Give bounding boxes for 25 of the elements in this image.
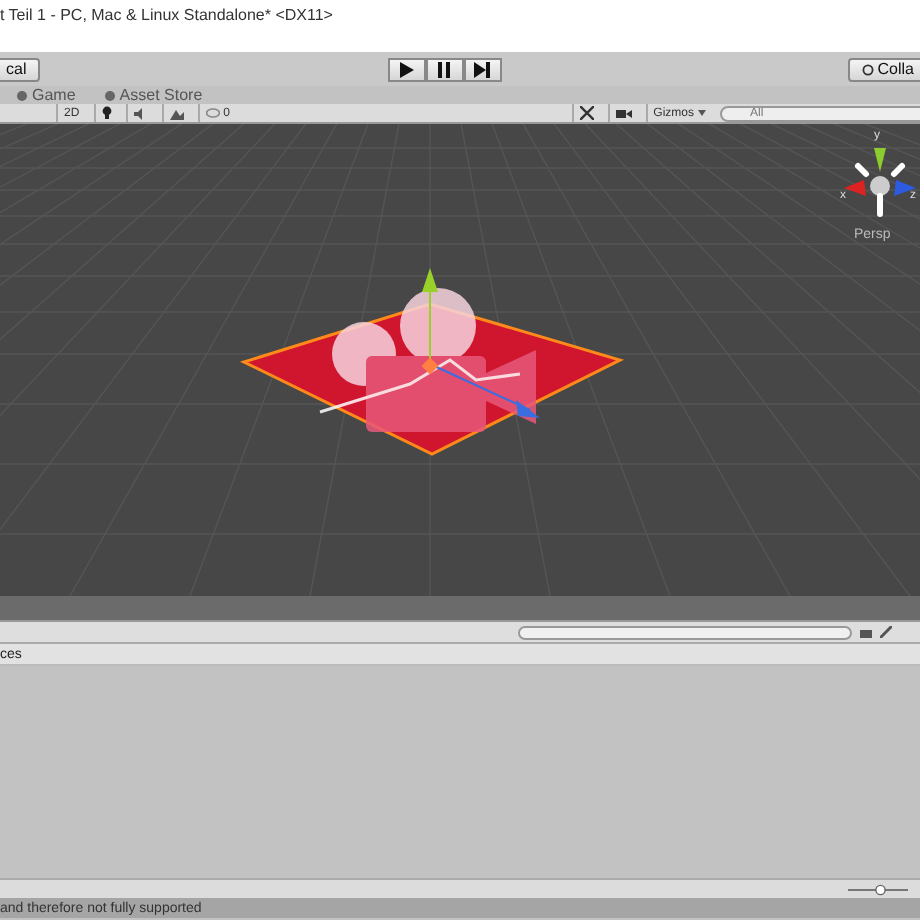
- slider-thumb[interactable]: [875, 883, 886, 895]
- window-title: t Teil 1 - PC, Mac & Linux Standalone* <DX11>: [0, 6, 333, 24]
- brush-icon: [880, 626, 892, 638]
- camera-gizmo-icon: [319, 288, 536, 432]
- tools-button[interactable]: [571, 104, 600, 122]
- step-button[interactable]: [463, 57, 501, 81]
- search-field[interactable]: [518, 625, 852, 639]
- effects-button[interactable]: [161, 104, 190, 122]
- caret-icon: [698, 110, 706, 116]
- camera-icon: [615, 107, 632, 119]
- camera-button[interactable]: [607, 104, 638, 122]
- pause-button[interactable]: [425, 57, 463, 81]
- play-button[interactable]: [387, 57, 425, 81]
- play-icon: [398, 61, 414, 77]
- panel-tab[interactable]: Asset Store: [103, 86, 203, 104]
- lightbulb-icon: [101, 106, 112, 120]
- pause-icon: [436, 61, 452, 77]
- pivot-toggle-button[interactable]: cal: [0, 57, 41, 81]
- zoom-slider[interactable]: [848, 883, 908, 895]
- orientation-gizmo-drawing: [844, 148, 916, 217]
- collab-button[interactable]: Colla: [847, 57, 920, 81]
- step-icon: [474, 61, 490, 77]
- panel-tab[interactable]: Game: [16, 86, 76, 104]
- crossed-tools-icon: [579, 106, 594, 120]
- eye-icon: [205, 108, 220, 118]
